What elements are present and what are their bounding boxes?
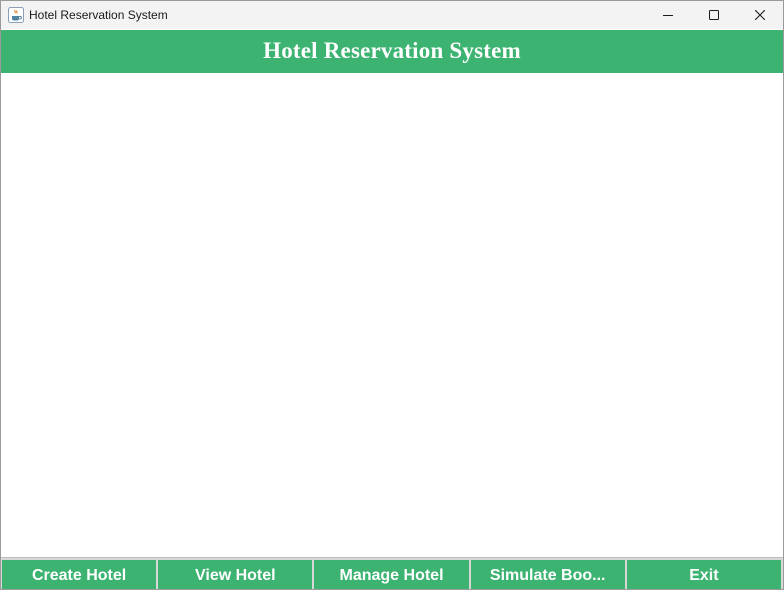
title-bar[interactable]: Hotel Reservation System (1, 1, 783, 29)
close-button[interactable] (737, 1, 783, 29)
header-banner: Hotel Reservation System (1, 30, 783, 73)
main-content-area (1, 73, 781, 557)
maximize-button[interactable] (691, 1, 737, 29)
create-hotel-button[interactable]: Create Hotel (2, 560, 157, 589)
maximize-icon (709, 10, 719, 20)
view-hotel-button[interactable]: View Hotel (158, 560, 313, 589)
exit-button[interactable]: Exit (626, 560, 782, 589)
java-cup-icon[interactable] (8, 7, 24, 23)
page-title: Hotel Reservation System (263, 37, 521, 63)
window-controls (645, 1, 783, 29)
app-window: Hotel Reservation System Hotel Reservati… (0, 0, 784, 590)
bottom-button-bar: Create Hotel View Hotel Manage Hotel Sim… (1, 557, 783, 589)
window-title: Hotel Reservation System (29, 8, 168, 22)
minimize-button[interactable] (645, 1, 691, 29)
manage-hotel-button[interactable]: Manage Hotel (314, 560, 469, 589)
minimize-icon (663, 15, 673, 16)
close-icon (755, 10, 765, 20)
simulate-booking-button[interactable]: Simulate Boo... (470, 560, 625, 589)
